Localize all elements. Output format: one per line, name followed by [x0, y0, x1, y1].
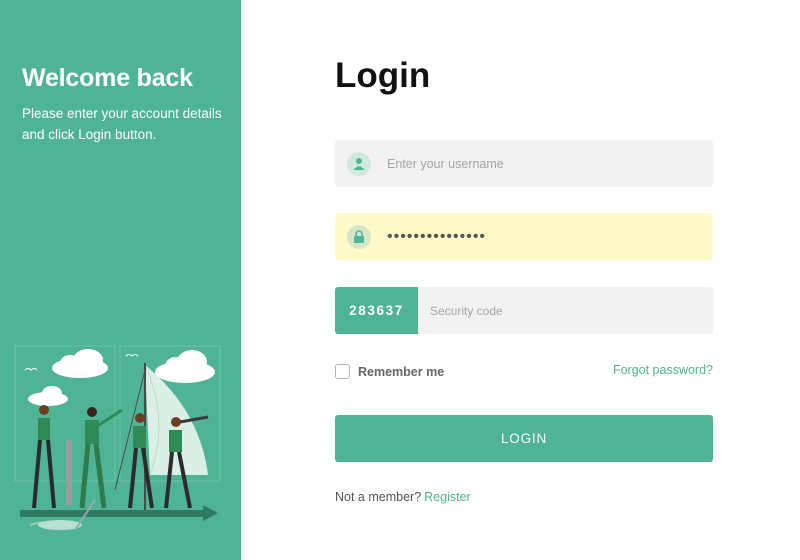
- welcome-title: Welcome back: [22, 64, 193, 92]
- username-field[interactable]: [335, 140, 713, 187]
- register-prompt: Not a member? Register: [335, 490, 471, 504]
- login-button[interactable]: LOGIN: [335, 415, 713, 462]
- forgot-password-link[interactable]: Forgot password?: [613, 363, 713, 377]
- register-link[interactable]: Register: [424, 490, 471, 504]
- team-sailing-illustration: [14, 345, 221, 531]
- remember-me-checkbox[interactable]: [335, 364, 350, 379]
- security-code-field[interactable]: [418, 287, 713, 334]
- welcome-description: Please enter your account details and cl…: [22, 106, 222, 142]
- login-title: Login: [335, 56, 431, 95]
- security-code-row: 283637: [335, 287, 713, 334]
- username-input[interactable]: [387, 140, 697, 187]
- captcha-code: 283637: [335, 287, 418, 334]
- lock-icon: [347, 225, 371, 249]
- remember-me-label: Remember me: [358, 364, 445, 379]
- login-panel: [241, 0, 800, 560]
- password-input[interactable]: [387, 213, 697, 260]
- user-icon: [347, 152, 371, 176]
- security-code-input[interactable]: [430, 287, 700, 334]
- member-prompt-text: Not a member?: [335, 490, 422, 504]
- welcome-panel: Welcome back Please enter your account d…: [0, 0, 241, 560]
- remember-me[interactable]: Remember me: [335, 363, 444, 380]
- password-field[interactable]: [335, 213, 713, 260]
